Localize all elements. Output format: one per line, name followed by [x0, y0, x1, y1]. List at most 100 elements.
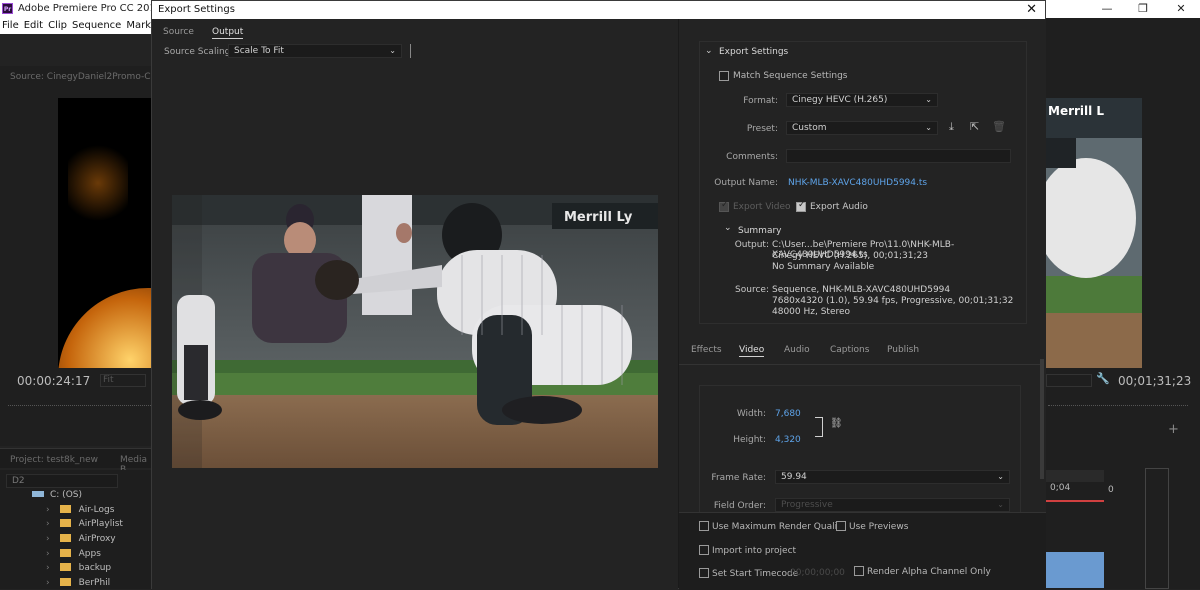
- save-preset-icon[interactable]: ⤓: [949, 120, 954, 134]
- divider: [679, 364, 1040, 365]
- export-audio-label: Export Audio: [810, 202, 868, 212]
- folder-item[interactable]: › Apps: [46, 547, 101, 561]
- chevron-right-icon[interactable]: ›: [46, 549, 50, 559]
- program-fit-dropdown[interactable]: [1046, 374, 1092, 387]
- tab-captions[interactable]: Captions: [830, 345, 869, 355]
- delete-preset-icon[interactable]: 🗑: [992, 120, 1006, 133]
- menu-sequence[interactable]: Sequence: [72, 18, 121, 34]
- folder-item[interactable]: › BerPhil: [46, 576, 110, 590]
- width-value[interactable]: 7,680: [775, 409, 801, 419]
- output-name-label: Output Name:: [714, 178, 778, 188]
- timeline-ruler[interactable]: 0;04: [1046, 470, 1104, 493]
- chevron-right-icon[interactable]: ›: [46, 563, 50, 573]
- audio-meter: [1145, 468, 1169, 589]
- import-preset-icon[interactable]: ⇱: [970, 120, 979, 133]
- settings-pane: ⌄ Export Settings Match Sequence Setting…: [679, 19, 1046, 589]
- source-fit-dropdown[interactable]: Fit: [100, 374, 146, 387]
- project-tab[interactable]: Project: test8k_new: [10, 455, 98, 465]
- tab-source[interactable]: Source: [163, 27, 194, 37]
- summary-source-line: 7680x4320 (1.0), 59.94 fps, Progressive,…: [772, 296, 1014, 306]
- render-alpha-checkbox[interactable]: [854, 566, 864, 576]
- drive-dropdown[interactable]: D2: [6, 474, 118, 488]
- preset-dropdown[interactable]: Custom ⌄: [786, 121, 938, 135]
- use-max-render-option[interactable]: Use Maximum Render Quality: [699, 521, 846, 532]
- set-start-tc-checkbox[interactable]: [699, 568, 709, 578]
- minimize-button[interactable]: —: [1092, 2, 1122, 16]
- frame-rate-label: Frame Rate:: [711, 473, 766, 483]
- preset-label: Preset:: [746, 124, 778, 134]
- settings-tabs: Effects Video Audio Captions Publish: [679, 341, 1046, 363]
- height-value[interactable]: 4,320: [775, 435, 801, 445]
- tab-output[interactable]: Output: [212, 27, 244, 39]
- match-sequence-checkbox[interactable]: [719, 71, 729, 81]
- summary-source-label: Source:: [735, 285, 769, 295]
- folder-item[interactable]: › Air-Logs: [46, 503, 114, 517]
- summary-output-label: Output:: [734, 240, 769, 250]
- source-monitor-label: Source: CinegyDaniel2Promo-CBR-8: [10, 72, 172, 82]
- menu-edit[interactable]: Edit: [24, 18, 43, 34]
- program-time-ruler[interactable]: [1048, 398, 1188, 406]
- chevron-right-icon[interactable]: ›: [46, 578, 50, 588]
- use-max-render-label: Use Maximum Render Quality: [712, 522, 846, 532]
- timeline-work-area: [1046, 500, 1104, 502]
- format-dropdown[interactable]: Cinegy HEVC (H.265) ⌄: [786, 93, 938, 107]
- tab-audio[interactable]: Audio: [784, 345, 810, 355]
- export-settings-section: ⌄ Export Settings Match Sequence Setting…: [699, 41, 1027, 324]
- chevron-right-icon[interactable]: ›: [46, 519, 50, 529]
- tab-publish[interactable]: Publish: [887, 345, 919, 355]
- tab-effects[interactable]: Effects: [691, 345, 722, 355]
- timeline-clip[interactable]: [1046, 552, 1104, 588]
- folder-item[interactable]: › AirPlaylist: [46, 517, 123, 531]
- frame-rate-dropdown[interactable]: 59.94 ⌄: [775, 470, 1010, 484]
- use-max-render-checkbox[interactable]: [699, 521, 709, 531]
- folder-label: Apps: [78, 549, 101, 559]
- chevron-down-icon[interactable]: ⌄: [704, 386, 712, 388]
- chevron-right-icon[interactable]: ›: [46, 505, 50, 515]
- premiere-logo-icon: Pr: [2, 3, 13, 14]
- tab-video[interactable]: Video: [739, 345, 765, 357]
- maximize-button[interactable]: ❐: [1128, 2, 1158, 16]
- program-preview-image: [1046, 98, 1142, 368]
- folder-label: AirProxy: [78, 534, 116, 544]
- use-previews-checkbox[interactable]: [836, 521, 846, 531]
- drive-item[interactable]: C: (OS): [32, 490, 82, 500]
- menu-file[interactable]: File: [2, 18, 19, 34]
- source-scaling-dropdown[interactable]: Scale To Fit ⌄: [228, 44, 402, 58]
- import-project-option[interactable]: Import into project: [699, 545, 796, 556]
- wrench-icon[interactable]: 🔧: [1096, 372, 1110, 385]
- export-audio-checkbox[interactable]: [796, 200, 806, 212]
- chevron-right-icon[interactable]: ›: [46, 534, 50, 544]
- chevron-down-icon[interactable]: ⌄: [724, 223, 732, 233]
- summary-header: Summary: [738, 226, 782, 236]
- use-previews-option[interactable]: Use Previews: [836, 521, 908, 532]
- source-preview-image: [58, 98, 151, 368]
- folder-icon: [59, 534, 71, 542]
- folder-item[interactable]: › backup: [46, 561, 111, 575]
- export-video-checkbox[interactable]: [719, 200, 729, 212]
- start-tc-value[interactable]: 00;00;00;00: [790, 568, 845, 578]
- program-sign-text: Merrill L: [1048, 104, 1105, 118]
- drive-dropdown-value: D2: [12, 476, 25, 486]
- chevron-down-icon[interactable]: ⌄: [705, 46, 713, 56]
- comments-input[interactable]: [786, 149, 1011, 163]
- import-project-label: Import into project: [712, 546, 797, 556]
- output-name-link[interactable]: NHK-MLB-XAVC480UHD5994.ts: [788, 178, 927, 188]
- preset-value: Custom: [792, 123, 827, 133]
- import-project-checkbox[interactable]: [699, 545, 709, 555]
- folder-item[interactable]: › AirProxy: [46, 532, 116, 546]
- svg-text:Merrill Ly: Merrill Ly: [564, 210, 633, 225]
- match-sequence-label: Match Sequence Settings: [733, 71, 848, 81]
- settings-scrollbar[interactable]: [1040, 359, 1044, 479]
- folder-label: backup: [78, 563, 112, 573]
- summary-source-line: 48000 Hz, Stereo: [772, 307, 851, 317]
- link-icon[interactable]: ⛓: [830, 418, 843, 429]
- close-app-button[interactable]: ✕: [1166, 2, 1196, 16]
- field-order-dropdown[interactable]: Progressive ⌄: [775, 498, 1010, 512]
- set-start-tc-option[interactable]: Set Start Timecode: [699, 568, 798, 579]
- source-time-ruler[interactable]: [8, 398, 151, 406]
- summary-output-line: Cinegy HEVC (H.265), 00;01;31;23: [772, 251, 928, 261]
- dialog-close-button[interactable]: ✕: [1026, 2, 1037, 17]
- add-button[interactable]: +: [1168, 422, 1179, 437]
- render-alpha-option[interactable]: Render Alpha Channel Only: [854, 566, 991, 577]
- menu-clip[interactable]: Clip: [48, 18, 67, 34]
